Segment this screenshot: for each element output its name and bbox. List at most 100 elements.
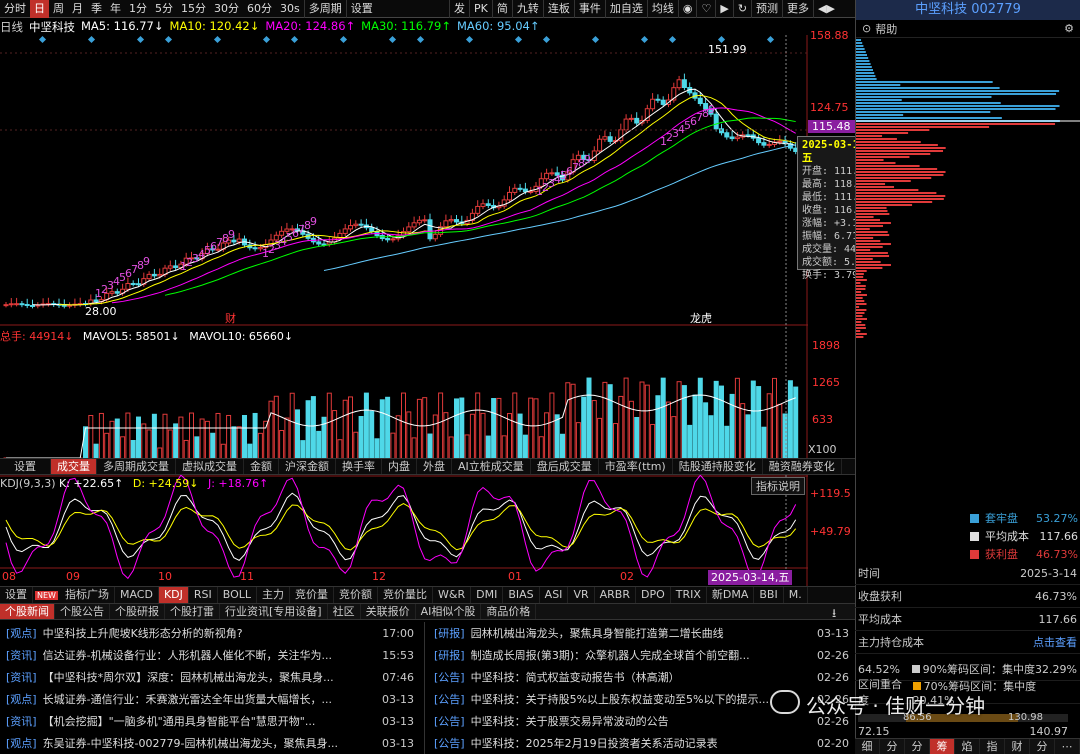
news-tab-6[interactable]: 关联报价	[361, 604, 416, 619]
panel-tab-8[interactable]: ⋯	[1055, 739, 1080, 754]
period-tab-7[interactable]: 5分	[151, 0, 177, 18]
help-icon[interactable]: ⊙	[862, 22, 871, 35]
volume-settings-tab[interactable]: 设置	[0, 459, 51, 474]
news-title[interactable]: 长城证券-通信行业：禾赛激光雷达全年出货量大幅增长，...	[43, 691, 372, 707]
period-tab-12[interactable]: 多周期	[303, 0, 346, 18]
news-title[interactable]: 中坚科技上升爬坡K线形态分析的新视角?	[43, 625, 372, 641]
indicator-tab-2[interactable]: MACD	[115, 587, 159, 603]
indicator-tab-9[interactable]: 竞价量比	[378, 587, 434, 603]
news-item[interactable]: [ 公告 ] 中坚科技：2025年2月19日投资者关系活动记录表 02-20	[428, 732, 855, 754]
indicator-tab-11[interactable]: DMI	[471, 587, 504, 603]
news-title[interactable]: 中坚科技：2025年2月19日投资者关系活动记录表	[471, 735, 807, 751]
candlestick-chart[interactable]: 151.9928.00财 龙虎1 2 3 4 5 6 7 8 9 1 2 3 4 5 6 7 8 91 2 3 4 5 6 7 8…	[0, 35, 808, 586]
period-tab-13[interactable]: 设置	[345, 0, 377, 18]
period-tab-10[interactable]: 60分	[243, 0, 276, 18]
settings-icon[interactable]: ⚙	[1064, 22, 1074, 35]
period-tab-3[interactable]: 月	[68, 0, 87, 18]
indicator-tab-1[interactable]: 指标广场	[60, 587, 115, 603]
tool-5[interactable]: 事件	[573, 0, 605, 18]
news-item[interactable]: [ 公告 ] 中坚科技：简式权益变动报告书（林高潮） 02-26	[428, 666, 855, 688]
back-icon[interactable]: ◀▶	[813, 0, 839, 18]
indicator-tab-8[interactable]: 竞价额	[334, 587, 379, 603]
news-tab-8[interactable]: 商品价格	[481, 604, 537, 619]
news-tab-4[interactable]: 行业资讯[专用设备]	[220, 604, 328, 619]
period-tab-4[interactable]: 季	[87, 0, 106, 18]
panel-tab-1[interactable]: 分	[880, 739, 905, 754]
volume-tab-8[interactable]: AI立桩成交量	[452, 459, 531, 474]
volume-tab-7[interactable]: 外盘	[417, 459, 452, 474]
tool-13[interactable]: 更多	[782, 0, 813, 18]
tool-0[interactable]: 发	[449, 0, 469, 18]
volume-tab-1[interactable]: 多周期成交量	[97, 459, 176, 474]
period-tab-8[interactable]: 15分	[177, 0, 210, 18]
chip-stat-row[interactable]: 主力持仓成本 点击查看	[855, 631, 1080, 654]
eye-icon[interactable]: ◉	[677, 0, 697, 18]
volume-tab-9[interactable]: 盘后成交量	[531, 459, 599, 474]
news-title[interactable]: 【中坚科技*周尔双】深度：园林机械出海龙头，聚焦具身...	[43, 669, 372, 685]
indicator-tab-16[interactable]: DPO	[636, 587, 671, 603]
volume-tab-11[interactable]: 陆股通持股变化	[673, 459, 763, 474]
news-item[interactable]: [ 观点 ] 长城证券-通信行业：禾赛激光雷达全年出货量大幅增长，... 03-13	[0, 688, 420, 710]
news-title[interactable]: 中坚科技：简式权益变动报告书（林高潮）	[471, 669, 807, 685]
indicator-tab-17[interactable]: TRIX	[671, 587, 707, 603]
indicator-tab-4[interactable]: RSI	[189, 587, 218, 603]
volume-tab-4[interactable]: 沪深金额	[279, 459, 336, 474]
news-title[interactable]: 制造成长周报(第3期)：众擎机器人完成全球首个前空翻...	[471, 647, 807, 663]
news-tab-0[interactable]: 个股新闻	[0, 604, 55, 619]
news-tab-5[interactable]: 社区	[328, 604, 361, 619]
volume-tab-6[interactable]: 内盘	[382, 459, 417, 474]
news-item[interactable]: [ 观点 ] 东吴证券-中坚科技-002779-园林机械出海龙头，聚焦具身... 0…	[0, 732, 420, 754]
indicator-tab-14[interactable]: VR	[568, 587, 595, 603]
volume-tab-2[interactable]: 虚拟成交量	[176, 459, 244, 474]
panel-tab-4[interactable]: 焰	[955, 739, 980, 754]
tool-6[interactable]: 加自选	[604, 0, 647, 18]
indicator-tab-18[interactable]: 新DMA	[707, 587, 755, 603]
indicator-tab-3[interactable]: KDJ	[158, 587, 189, 603]
indicator-tab-15[interactable]: ARBR	[595, 587, 636, 603]
indicator-tab-13[interactable]: ASI	[540, 587, 569, 603]
news-title[interactable]: 东吴证券-中坚科技-002779-园林机械出海龙头，聚焦具身...	[43, 735, 372, 751]
indicator-tab-7[interactable]: 竞价量	[290, 587, 335, 603]
indicator-tab-12[interactable]: BIAS	[503, 587, 540, 603]
news-tab-1[interactable]: 个股公告	[55, 604, 110, 619]
news-item[interactable]: [ 研报 ] 制造成长周报(第3期)：众擎机器人完成全球首个前空翻... 02-26	[428, 644, 855, 666]
period-tab-9[interactable]: 30分	[210, 0, 243, 18]
period-tab-2[interactable]: 周	[49, 0, 68, 18]
news-tab-3[interactable]: 个股打雷	[165, 604, 220, 619]
indicator-tab-19[interactable]: BBI	[754, 587, 784, 603]
panel-tab-2[interactable]: 分	[905, 739, 930, 754]
panel-tab-7[interactable]: 分	[1030, 739, 1055, 754]
stat-value[interactable]: 点击查看	[1033, 634, 1077, 650]
tool-3[interactable]: 九转	[511, 0, 543, 18]
news-item[interactable]: [ 观点 ] 中坚科技上升爬坡K线形态分析的新视角? 17:00	[0, 622, 420, 644]
tool-4[interactable]: 连板	[542, 0, 574, 18]
volume-tab-0[interactable]: 成交量	[51, 459, 97, 474]
play-icon[interactable]: ▶	[715, 0, 732, 18]
panel-tab-6[interactable]: 财	[1005, 739, 1030, 754]
news-item[interactable]: [ 资讯 ] 【中坚科技*周尔双】深度：园林机械出海龙头，聚焦具身... 07:46	[0, 666, 420, 688]
indicator-tab-0[interactable]: 设置	[0, 587, 33, 603]
tool-7[interactable]: 均线	[646, 0, 678, 18]
indicator-tab-20[interactable]: M.	[784, 587, 808, 603]
tool-2[interactable]: 简	[491, 0, 512, 18]
volume-tab-12[interactable]: 融资融券变化	[763, 459, 842, 474]
news-title[interactable]: 【机会挖掘】"一脑多机"通用具身智能平台"慧思开物"...	[43, 713, 372, 729]
indicator-tab-10[interactable]: W&R	[433, 587, 472, 603]
news-item[interactable]: [ 资讯 ] 【机会挖掘】"一脑多机"通用具身智能平台"慧思开物"... 03-13	[0, 710, 420, 732]
heart-icon[interactable]: ♡	[696, 0, 715, 18]
volume-tab-3[interactable]: 金额	[244, 459, 279, 474]
indicator-tab-5[interactable]: BOLL	[218, 587, 258, 603]
news-title[interactable]: 园林机械出海龙头，聚焦具身智能打造第二增长曲线	[471, 625, 807, 641]
tool-12[interactable]: 预测	[751, 0, 782, 18]
news-title[interactable]: 信达证券-机械设备行业：人形机器人催化不断，关注华为...	[43, 647, 372, 663]
indicator-explain-button[interactable]: 指标说明	[751, 477, 805, 495]
help-label[interactable]: 帮助	[875, 21, 897, 37]
period-tab-6[interactable]: 1分	[125, 0, 151, 18]
panel-tab-5[interactable]: 指	[980, 739, 1005, 754]
period-tab-11[interactable]: 30s	[276, 0, 304, 18]
tool-1[interactable]: PK	[469, 0, 492, 18]
indicator-tab-6[interactable]: 主力	[257, 587, 291, 603]
volume-tab-5[interactable]: 换手率	[336, 459, 382, 474]
news-title[interactable]: 中坚科技：关于持股5%以上股东权益变动至5%以下的提示...	[471, 691, 807, 707]
period-tab-1[interactable]: 日	[30, 0, 49, 18]
